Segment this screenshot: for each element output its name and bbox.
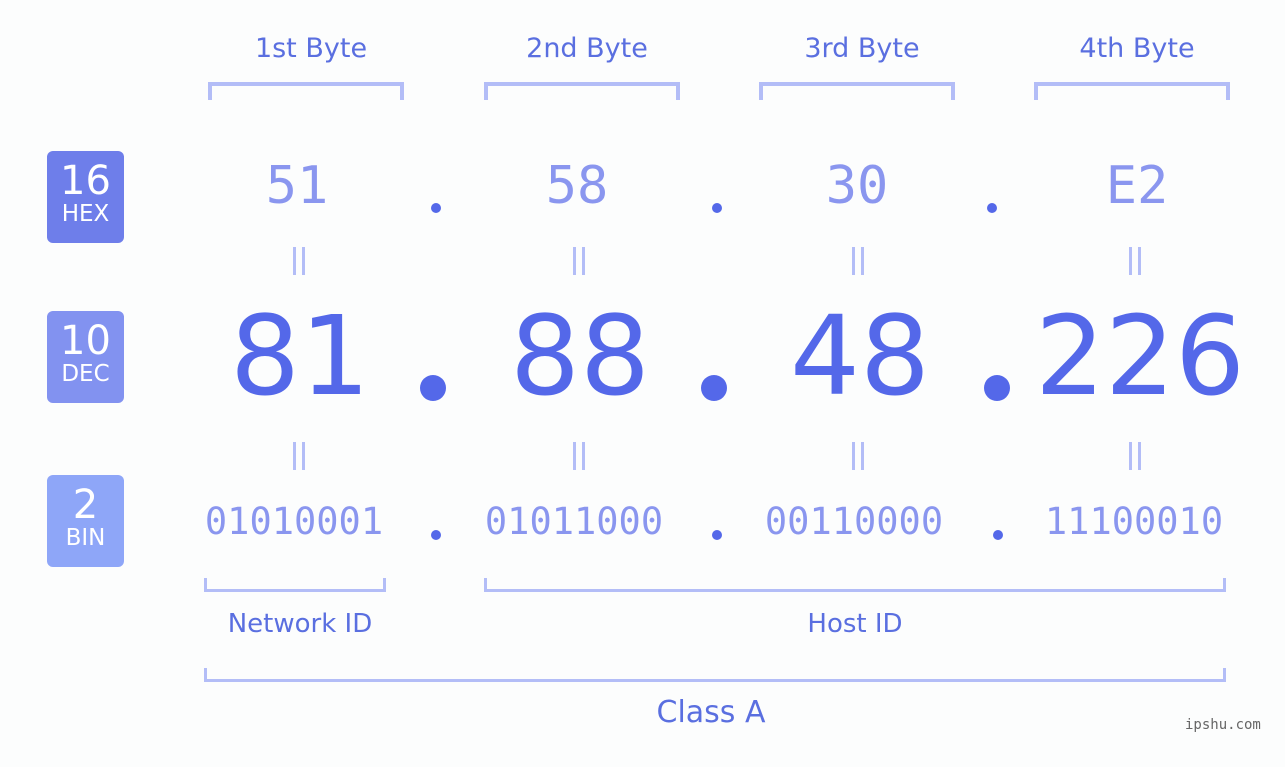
dec-byte-4: 226 [1035,292,1245,420]
dec-label: DEC [61,361,110,387]
equals-icon [293,247,305,275]
equals-icon [573,442,585,470]
bin-byte-1: 01010001 [204,500,384,543]
hex-byte-3: 30 [825,156,889,216]
dec-base: 10 [60,318,111,364]
hex-byte-1: 51 [265,156,329,216]
network-id-bracket [204,578,386,592]
bin-base: 2 [72,482,99,528]
hex-byte-4: E2 [1105,156,1169,216]
network-id-label: Network ID [227,609,373,639]
class-label: Class A [656,695,766,730]
bracket-byte-1 [208,82,404,100]
hex-badge: 16 HEX [47,151,124,243]
bracket-byte-3 [759,82,955,100]
bracket-byte-2 [484,82,680,100]
dec-byte-2: 88 [510,292,650,420]
bin-badge: 2 BIN [47,475,124,567]
dec-byte-3: 48 [790,292,930,420]
bin-label: BIN [65,525,106,551]
equals-icon [852,442,864,470]
host-id-bracket [484,578,1226,592]
equals-icon [573,247,585,275]
bin-dot-3 [993,530,1003,540]
header-byte-1: 1st Byte [254,33,368,64]
bin-byte-3: 00110000 [764,500,944,543]
hex-dot-3 [987,203,997,213]
equals-icon [852,247,864,275]
dec-dot-1 [420,375,446,401]
header-byte-2: 2nd Byte [526,33,648,64]
host-id-label: Host ID [807,609,903,639]
bin-byte-2: 01011000 [484,500,664,543]
hex-dot-1 [431,203,441,213]
hex-label: HEX [61,201,110,227]
equals-icon [1129,442,1141,470]
watermark: ipshu.com [1185,717,1261,733]
bin-dot-2 [712,530,722,540]
bracket-byte-4 [1034,82,1230,100]
class-bracket [204,668,1226,682]
header-byte-3: 3rd Byte [804,33,920,64]
dec-byte-1: 81 [230,292,370,420]
hex-dot-2 [712,203,722,213]
dec-dot-2 [701,375,727,401]
dec-dot-3 [984,375,1010,401]
equals-icon [293,442,305,470]
dec-badge: 10 DEC [47,311,124,403]
hex-byte-2: 58 [545,156,609,216]
hex-base: 16 [60,158,111,204]
header-byte-4: 4th Byte [1079,33,1195,64]
bin-dot-1 [431,530,441,540]
bin-byte-4: 11100010 [1044,500,1224,543]
equals-icon [1129,247,1141,275]
